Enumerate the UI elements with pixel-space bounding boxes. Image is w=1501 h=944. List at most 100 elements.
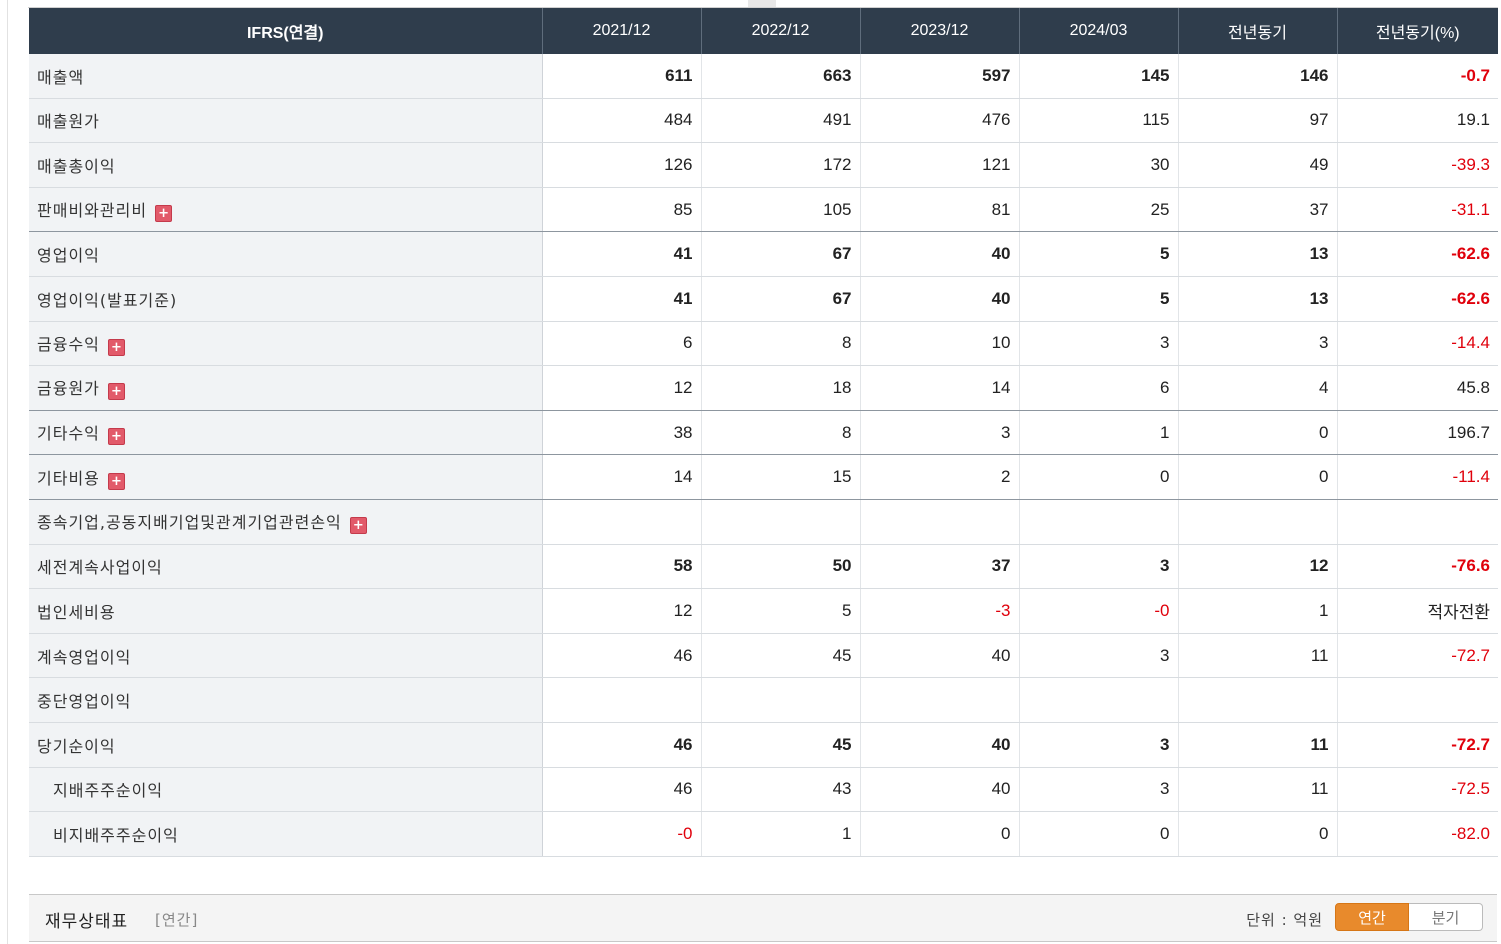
- cell-value: 12: [541, 365, 701, 411]
- row-label[interactable]: 기타비용 +: [29, 454, 543, 500]
- cell-value: [1336, 499, 1498, 545]
- row-gross-profit: 매출총이익 126 172 121 30 49 -39.3: [29, 142, 1498, 188]
- row-label: 당기순이익: [29, 722, 543, 768]
- cell-value: 0: [1018, 811, 1178, 857]
- cell-value: 476: [859, 98, 1019, 144]
- cell-value: 196.7: [1336, 410, 1498, 456]
- expand-plus-icon[interactable]: +: [107, 428, 125, 446]
- cell-value: 38: [541, 410, 701, 456]
- row-sga: 판매비와관리비 + 85 105 81 25 37 -31.1: [29, 187, 1498, 233]
- cell-value: -11.4: [1336, 454, 1498, 500]
- cell-value: 41: [541, 276, 701, 322]
- cell-value: 10: [859, 321, 1019, 367]
- cell-value: 14: [859, 365, 1019, 411]
- cell-value: 12: [1177, 544, 1337, 590]
- expand-plus-icon[interactable]: +: [155, 205, 173, 223]
- cell-value: -14.4: [1336, 321, 1498, 367]
- cell-value: -72.5: [1336, 767, 1498, 813]
- row-label: 영업이익(발표기준): [29, 276, 543, 322]
- cell-value: 46: [541, 722, 701, 768]
- cell-value: 6: [541, 321, 701, 367]
- row-label[interactable]: 판매비와관리비 +: [29, 187, 543, 233]
- cell-value: [700, 677, 860, 723]
- cell-value: -0.7: [1336, 54, 1498, 99]
- expand-plus-icon[interactable]: +: [107, 472, 125, 490]
- balance-sheet-header-bar: 재무상태표 [연간] 단위 : 억원 연간 분기: [29, 894, 1497, 942]
- cell-value: -62.6: [1336, 231, 1498, 277]
- cell-value: 0: [859, 811, 1019, 857]
- cell-value: -76.6: [1336, 544, 1498, 590]
- header-ifrs-label: IFRS(연결): [29, 8, 542, 54]
- cell-value: 484: [541, 98, 701, 144]
- cell-value: 11: [1177, 722, 1337, 768]
- cell-value: 97: [1177, 98, 1337, 144]
- row-label-text: 기타수익: [37, 424, 100, 444]
- row-affiliate-gains: 종속기업,공동지배기업및관계기업관련손익 +: [29, 499, 1498, 545]
- income-statement-table: IFRS(연결) 2021/12 2022/12 2023/12 2024/03…: [29, 8, 1498, 857]
- cell-value: 611: [541, 54, 701, 99]
- row-finance-income: 금융수익 + 6 8 10 3 3 -14.4: [29, 321, 1498, 367]
- cell-value: 8: [700, 410, 860, 456]
- header-col-prev-year-pct: 전년동기(%): [1336, 8, 1498, 54]
- cell-value: 13: [1177, 276, 1337, 322]
- cell-value: -72.7: [1336, 633, 1498, 679]
- cell-value: 121: [859, 142, 1019, 188]
- row-label: 매출원가: [29, 98, 543, 144]
- cell-value: -0: [1018, 588, 1178, 634]
- cell-value: 1: [1018, 410, 1178, 456]
- cell-value: 45.8: [1336, 365, 1498, 411]
- cell-value: 46: [541, 767, 701, 813]
- cell-value: -82.0: [1336, 811, 1498, 857]
- cell-value: 18: [700, 365, 860, 411]
- annual-toggle-button[interactable]: 연간: [1335, 903, 1409, 931]
- cell-value: 0: [1177, 410, 1337, 456]
- header-col-prev-year: 전년동기: [1177, 8, 1337, 54]
- cell-value: [859, 677, 1019, 723]
- row-discontinued-ops-income: 중단영업이익: [29, 677, 1498, 723]
- cell-value: 11: [1177, 633, 1337, 679]
- row-income-tax: 법인세비용 12 5 -3 -0 1 적자전환: [29, 588, 1498, 634]
- cell-value: 67: [700, 231, 860, 277]
- cell-value: 3: [1177, 321, 1337, 367]
- cell-value: 115: [1018, 98, 1178, 144]
- row-label[interactable]: 기타수익 +: [29, 410, 543, 456]
- cell-value: [859, 499, 1019, 545]
- row-other-expenses: 기타비용 + 14 15 2 0 0 -11.4: [29, 454, 1498, 500]
- balance-sheet-title: 재무상태표: [45, 912, 129, 932]
- cell-value: 172: [700, 142, 860, 188]
- cell-value: 2: [859, 454, 1019, 500]
- period-toggle: 연간 분기: [1335, 903, 1483, 931]
- expand-plus-icon[interactable]: +: [107, 338, 125, 356]
- cell-value: [1177, 677, 1337, 723]
- cell-value: [700, 499, 860, 545]
- row-label[interactable]: 종속기업,공동지배기업및관계기업관련손익 +: [29, 499, 543, 545]
- expand-plus-icon[interactable]: +: [107, 383, 125, 401]
- cell-value: -0: [541, 811, 701, 857]
- row-label-text: 종속기업,공동지배기업및관계기업관련손익: [37, 513, 342, 533]
- cell-value: 3: [1018, 321, 1178, 367]
- header-col-2023-12: 2023/12: [859, 8, 1019, 54]
- cell-value: 25: [1018, 187, 1178, 233]
- cell-value: 30: [1018, 142, 1178, 188]
- cell-value: [541, 499, 701, 545]
- cell-value: 50: [700, 544, 860, 590]
- row-label: 매출액: [29, 54, 543, 99]
- row-pretax-income: 세전계속사업이익 58 50 37 3 12 -76.6: [29, 544, 1498, 590]
- cell-value: 49: [1177, 142, 1337, 188]
- cell-value: 14: [541, 454, 701, 500]
- row-label[interactable]: 금융원가 +: [29, 365, 543, 411]
- cell-value: 3: [1018, 767, 1178, 813]
- cell-value: 1: [1177, 588, 1337, 634]
- unit-label: 단위 : 억원: [1246, 911, 1323, 929]
- row-label: 중단영업이익: [29, 677, 543, 723]
- cell-value: 126: [541, 142, 701, 188]
- cell-value: 3: [1018, 544, 1178, 590]
- quarter-toggle-button[interactable]: 분기: [1409, 903, 1483, 931]
- cell-value: 40: [859, 276, 1019, 322]
- cell-value: 81: [859, 187, 1019, 233]
- cell-value: 5: [1018, 231, 1178, 277]
- row-label[interactable]: 금융수익 +: [29, 321, 543, 367]
- header-col-2022-12: 2022/12: [700, 8, 860, 54]
- row-label: 비지배주주순이익: [29, 811, 543, 857]
- expand-plus-icon[interactable]: +: [349, 517, 367, 535]
